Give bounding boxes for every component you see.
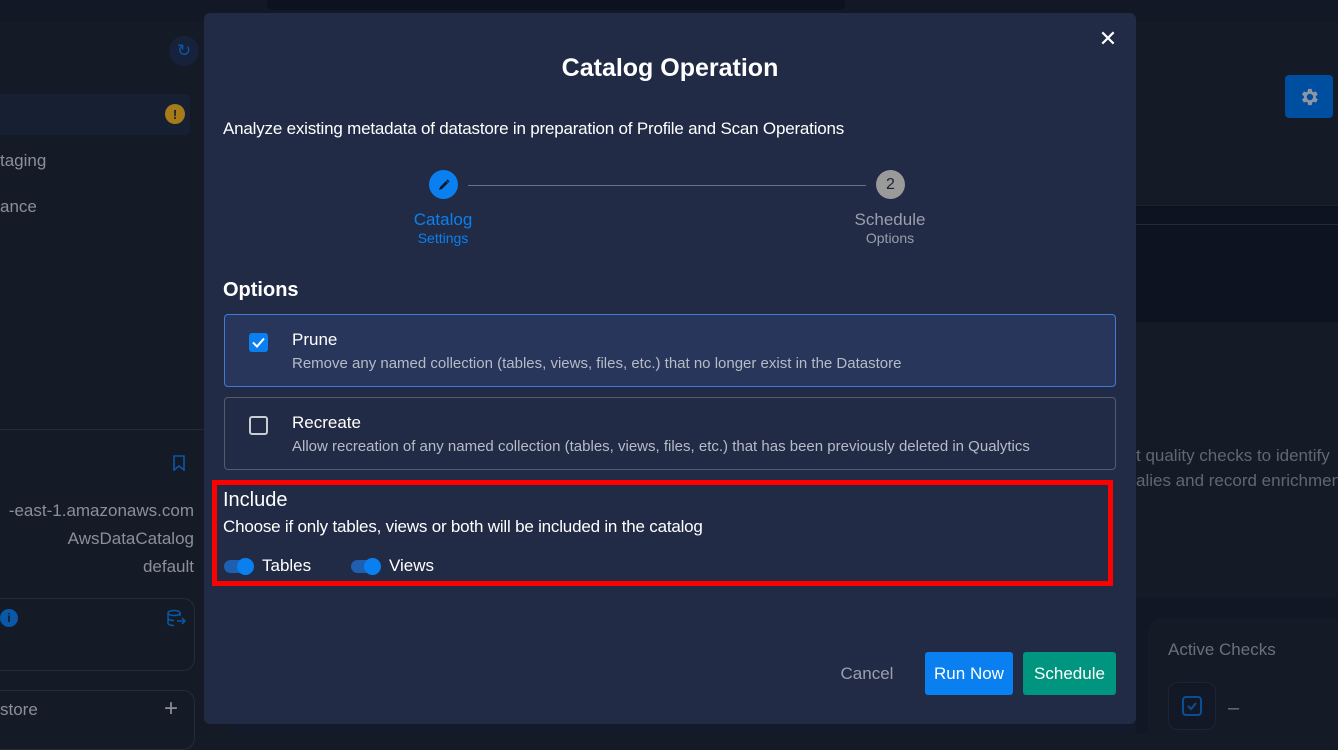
option-prune[interactable]: Prune Remove any named collection (table…	[224, 314, 1116, 387]
refresh-button[interactable]: ↻	[169, 36, 199, 66]
prune-title: Prune	[292, 330, 337, 350]
step-2-label: Schedule	[845, 210, 935, 230]
recreate-title: Recreate	[292, 413, 361, 433]
divider	[0, 429, 205, 430]
step-1-sublabel: Settings	[403, 230, 483, 246]
schedule-button[interactable]: Schedule	[1023, 652, 1116, 695]
bookmark-icon[interactable]	[172, 455, 186, 471]
active-checks-value: –	[1228, 697, 1239, 720]
close-icon[interactable]: ✕	[1096, 27, 1120, 51]
step-1-label: Catalog	[403, 210, 483, 230]
left-active-item[interactable]	[0, 94, 190, 135]
add-datastore-label: store	[0, 700, 38, 720]
cancel-button[interactable]: Cancel	[832, 653, 902, 694]
include-description: Choose if only tables, views or both wil…	[223, 517, 703, 537]
step-2-indicator[interactable]: 2	[876, 170, 905, 199]
gear-icon	[1298, 86, 1320, 108]
toggle-thumb	[237, 558, 254, 575]
checks-icon	[1168, 682, 1216, 730]
option-recreate[interactable]: Recreate Allow recreation of any named c…	[224, 397, 1116, 470]
views-toggle-label[interactable]: Views	[389, 556, 434, 576]
detail-database: default	[143, 557, 194, 577]
divider	[1136, 224, 1338, 225]
settings-button[interactable]	[1285, 75, 1333, 118]
detail-catalog: AwsDataCatalog	[68, 529, 194, 549]
options-heading: Options	[223, 279, 299, 302]
views-toggle[interactable]	[351, 558, 383, 574]
top-search-bar[interactable]	[267, 0, 845, 10]
prune-checkbox[interactable]	[249, 333, 268, 352]
prune-description: Remove any named collection (tables, vie…	[292, 355, 901, 372]
info-icon: i	[0, 609, 18, 627]
active-checks-title: Active Checks	[1168, 640, 1276, 660]
stepper-connector	[468, 185, 866, 186]
database-export-icon[interactable]	[166, 609, 186, 627]
step-2-sublabel: Options	[845, 230, 935, 246]
refresh-icon: ↻	[177, 41, 191, 61]
right-desc-line-2: alies and record enrichmen	[1136, 471, 1338, 491]
checkmark-icon	[252, 337, 265, 348]
detail-host: -east-1.amazonaws.com	[9, 501, 194, 521]
run-now-button[interactable]: Run Now	[925, 652, 1013, 695]
right-band	[1136, 205, 1338, 322]
toggle-thumb	[364, 558, 381, 575]
tables-toggle[interactable]	[224, 558, 256, 574]
tables-toggle-label[interactable]: Tables	[262, 556, 311, 576]
left-item-staging[interactable]: taging	[0, 151, 46, 171]
modal-subtitle: Analyze existing metadata of datastore i…	[223, 119, 844, 139]
recreate-description: Allow recreation of any named collection…	[292, 438, 1030, 455]
include-title: Include	[223, 489, 288, 512]
right-desc-line-1: t quality checks to identify	[1136, 446, 1330, 466]
modal-title: Catalog Operation	[204, 54, 1136, 83]
plus-icon[interactable]: +	[164, 695, 178, 723]
warning-icon: !	[165, 104, 185, 124]
recreate-checkbox[interactable]	[249, 416, 268, 435]
left-item-enhance[interactable]: ance	[0, 197, 37, 217]
step-1-indicator[interactable]	[429, 170, 458, 199]
pencil-icon	[437, 178, 451, 192]
